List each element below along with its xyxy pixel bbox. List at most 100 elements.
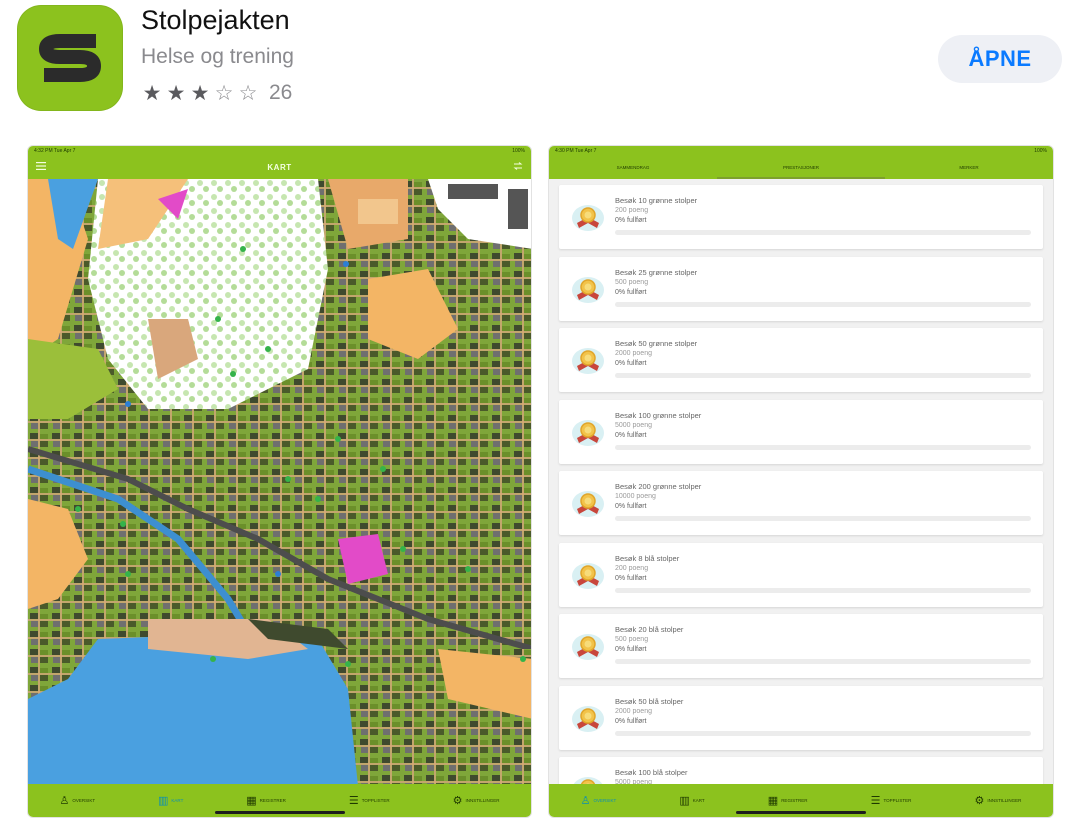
status-battery: 100% — [512, 148, 525, 154]
achievement-title: Besøk 8 blå stolper — [615, 553, 680, 563]
list-icon: ☰ — [870, 794, 881, 807]
star-icon: ★ — [166, 81, 186, 105]
tab-label: OVERSIKT — [593, 798, 617, 803]
nav-title: KART — [267, 162, 292, 172]
achievement-title: Besøk 100 blå stolper — [615, 768, 688, 777]
achievement-card[interactable]: Besøk 20 blå stolper 500 poeng 0% fullført — [559, 614, 1043, 678]
home-indicator — [214, 811, 345, 814]
achievement-title: Besøk 50 blå stolper — [615, 696, 684, 706]
segment-sammendrag[interactable]: SAMMENDRAG — [549, 155, 717, 179]
achievement-progress-text: 0% fullført — [615, 217, 647, 224]
gear-icon: ⚙ — [974, 794, 985, 807]
achievement-points: 500 poeng — [615, 636, 649, 643]
medal-badge-icon — [572, 491, 604, 517]
medal-badge-icon — [572, 205, 604, 231]
achievement-card[interactable]: Besøk 100 grønne stolper 5000 poeng 0% ful… — [559, 399, 1043, 464]
achievement-points: 5000 poeng — [615, 421, 652, 429]
status-time: 4:30 PM Tue Apr 7 — [555, 148, 597, 154]
tab-label: INNSTILLINGER — [465, 798, 500, 803]
orienteering-map[interactable] — [28, 179, 532, 786]
achievement-card[interactable]: Besøk 25 grønne stolper 500 poeng 0% fullf… — [559, 256, 1043, 321]
nav-bar: KART — [28, 155, 531, 179]
segment-prestasjoner[interactable]: PRESTASJONER — [717, 155, 885, 179]
achievement-progress-text: 0% fullført — [615, 717, 647, 725]
achievement-points: 2000 poeng — [615, 350, 652, 357]
gear-icon: ⚙ — [452, 794, 463, 807]
progress-bar — [615, 659, 1031, 664]
achievement-title: Besøk 10 grønne stolper — [615, 196, 698, 205]
app-logo-s — [39, 34, 101, 82]
tab-label: KART — [171, 798, 184, 803]
rating-count: 26 — [269, 81, 293, 104]
status-bar: 4:32 PM Tue Apr 7 100% — [28, 146, 531, 155]
achievement-progress-text: 0% fullført — [615, 503, 647, 510]
app-icon — [17, 5, 123, 111]
tab-topplister[interactable]: ☰ TOPPLISTER — [349, 794, 390, 807]
tab-label: OVERSIKT — [72, 798, 96, 803]
achievement-card[interactable]: Besøk 50 blå stolper 2000 poeng 0% fullfør… — [559, 685, 1043, 750]
progress-bar — [615, 373, 1031, 378]
tab-label: TOPPLISTER — [883, 798, 912, 803]
achievement-card[interactable]: Besøk 10 grønne stolper 200 poeng 0% fullf… — [559, 185, 1043, 249]
tab-label: KART — [692, 798, 705, 803]
qr-code-icon: ▦ — [246, 794, 257, 807]
achievement-card[interactable]: Besøk 8 blå stolper 200 poeng 0% fullført — [559, 542, 1043, 607]
achievement-progress-text: 0% fullført — [615, 288, 647, 296]
progress-bar — [615, 730, 1031, 736]
tab-registrer[interactable]: ▦ REGISTRER — [246, 794, 286, 807]
tab-registrer[interactable]: ▦ REGISTRER — [768, 794, 808, 807]
achievement-progress-text: 0% fullført — [615, 431, 647, 439]
map-icon: ▥ — [679, 794, 690, 807]
medal-badge-icon — [573, 777, 603, 784]
rating: ★ ★ ★ ☆ ☆ 26 — [141, 81, 293, 105]
medal-badge-icon — [572, 419, 604, 446]
achievement-card[interactable]: Besøk 200 grønne stolper 10000 poeng 0% fu… — [559, 471, 1043, 535]
app-name: Stolpejakten — [141, 5, 290, 35]
tab-oversikt[interactable]: ♙ OVERSIKT — [59, 794, 95, 807]
achievement-points: 200 poeng — [615, 564, 649, 572]
star-icon: ★ — [190, 81, 210, 105]
star-icon: ☆ — [214, 81, 234, 105]
screenshot-achievements[interactable]: 4:30 PM Tue Apr 7 100% SAMMENDRAG PRESTA… — [548, 145, 1054, 818]
segment-merker[interactable]: MERKER — [885, 155, 1053, 179]
tab-innstillinger[interactable]: ⚙ INNSTILLINGER — [453, 794, 500, 807]
achievement-list[interactable]: Besøk 10 grønne stolper 200 poeng 0% fullf… — [549, 179, 1053, 784]
achievement-card[interactable]: Besøk 50 grønne stolper 2000 poeng 0% full… — [559, 328, 1043, 392]
achievement-progress-text: 0% fullført — [615, 574, 647, 582]
status-battery: 100% — [1034, 148, 1047, 154]
achievement-card[interactable]: Besøk 100 blå stolper 5000 poeng — [559, 757, 1043, 784]
achievement-title: Besøk 200 grønne stolper — [615, 482, 702, 491]
progress-bar — [615, 444, 1031, 450]
progress-bar — [615, 301, 1031, 307]
screenshot-map[interactable]: 4:32 PM Tue Apr 7 100% KART ♙ OVERSIKT ▥… — [27, 145, 532, 818]
status-time: 4:32 PM Tue Apr 7 — [34, 148, 76, 154]
achievement-points: 2000 poeng — [615, 707, 652, 715]
tab-label: REGISTRER — [259, 798, 286, 803]
achievement-progress-text: 0% fullført — [615, 646, 647, 653]
tab-label: TOPPLISTER — [361, 798, 390, 803]
achievement-title: Besøk 20 blå stolper — [615, 625, 684, 634]
achievement-title: Besøk 25 grønne stolper — [615, 267, 698, 277]
hamburger-icon[interactable] — [36, 162, 46, 172]
tab-kart[interactable]: ▥ KART — [158, 794, 183, 807]
achievement-title: Besøk 100 grønne stolper — [615, 410, 702, 420]
tab-innstillinger[interactable]: ⚙ INNSTILLINGER — [975, 794, 1022, 807]
open-button[interactable]: ÅPNE — [938, 35, 1062, 83]
tab-kart[interactable]: ▥ KART — [679, 794, 704, 807]
tab-oversikt[interactable]: ♙ OVERSIKT — [581, 794, 617, 807]
medal-badge-icon — [572, 276, 604, 303]
list-icon: ☰ — [348, 794, 359, 807]
tab-topplister[interactable]: ☰ TOPPLISTER — [871, 794, 912, 807]
arrows-swap-icon[interactable] — [513, 162, 523, 172]
person-check-icon: ♙ — [580, 794, 591, 807]
tab-label: INNSTILLINGER — [987, 798, 1022, 803]
achievement-title: Besøk 50 grønne stolper — [615, 339, 698, 348]
achievement-points: 200 poeng — [615, 207, 649, 214]
segment-bar: SAMMENDRAG PRESTASJONER MERKER — [549, 155, 1053, 179]
medal-badge-icon — [572, 348, 604, 374]
medal-badge-icon — [572, 562, 604, 589]
progress-bar — [615, 587, 1031, 593]
progress-bar — [615, 516, 1031, 521]
qr-code-icon: ▦ — [767, 794, 779, 807]
home-indicator — [736, 811, 866, 814]
